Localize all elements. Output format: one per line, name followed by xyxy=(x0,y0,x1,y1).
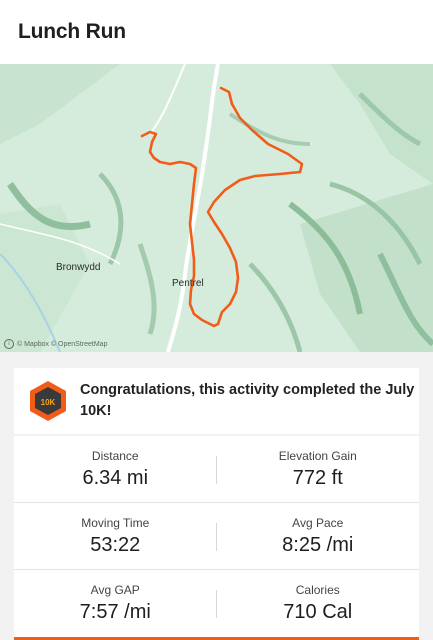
stats-row: Avg GAP 7:57 /mi Calories 710 Cal xyxy=(14,570,419,636)
stat-elevation-gain: Elevation Gain 772 ft xyxy=(217,436,420,502)
terrain-shade xyxy=(330,64,433,184)
10k-badge-icon: 10K xyxy=(30,381,66,421)
stat-value: 8:25 /mi xyxy=(282,534,354,556)
ridge-line xyxy=(248,262,303,352)
stat-label: Distance xyxy=(91,449,139,463)
stat-label: Moving Time xyxy=(81,516,150,530)
activity-header: Lunch Run xyxy=(0,0,433,64)
stat-value: 7:57 /mi xyxy=(79,601,151,623)
stat-label: Elevation Gain xyxy=(278,449,357,463)
achievement-text: Congratulations, this activity completed… xyxy=(80,382,415,419)
stat-avg-pace: Avg Pace 8:25 /mi xyxy=(217,503,420,569)
attribution-text: © Mapbox © OpenStreetMap xyxy=(17,340,108,348)
badge-label: 10K xyxy=(41,398,56,407)
stat-moving-time: Moving Time 53:22 xyxy=(14,503,217,569)
info-icon[interactable]: i xyxy=(4,339,14,349)
stat-value: 6.34 mi xyxy=(82,467,149,489)
stats-row: Moving Time 53:22 Avg Pace 8:25 /mi xyxy=(14,503,419,570)
stats-row: Distance 6.34 mi Elevation Gain 772 ft xyxy=(14,436,419,503)
column-divider xyxy=(216,456,217,484)
stats-grid: Distance 6.34 mi Elevation Gain 772 ft M… xyxy=(14,436,419,640)
minor-road xyxy=(149,64,186,135)
column-divider xyxy=(216,590,217,618)
terrain-shade xyxy=(0,64,120,144)
column-divider xyxy=(216,523,217,551)
place-label-pentrel: Pentrel xyxy=(172,278,204,289)
route-map[interactable]: Bronwydd Pentrel i © Mapbox © OpenStreet… xyxy=(0,64,433,352)
achievement-card[interactable]: 10K Congratulations, this activity compl… xyxy=(14,368,419,434)
terrain-shade xyxy=(300,184,433,352)
page-title: Lunch Run xyxy=(18,20,126,43)
stat-label: Calories xyxy=(295,583,340,597)
stat-avg-gap: Avg GAP 7:57 /mi xyxy=(14,570,217,636)
stat-value: 53:22 xyxy=(90,534,141,556)
stat-distance: Distance 6.34 mi xyxy=(14,436,217,502)
stat-value: 710 Cal xyxy=(283,601,353,623)
place-label-bronwydd: Bronwydd xyxy=(56,262,101,273)
route-line xyxy=(140,86,304,328)
map-attribution[interactable]: i © Mapbox © OpenStreetMap xyxy=(4,339,107,349)
stat-calories: Calories 710 Cal xyxy=(217,570,420,636)
ridge-line xyxy=(98,172,124,266)
stat-label: Avg Pace xyxy=(292,516,344,530)
stat-value: 772 ft xyxy=(292,467,343,489)
ridge-line xyxy=(137,243,157,335)
map-canvas[interactable] xyxy=(0,64,433,352)
stat-label: Avg GAP xyxy=(90,583,140,597)
